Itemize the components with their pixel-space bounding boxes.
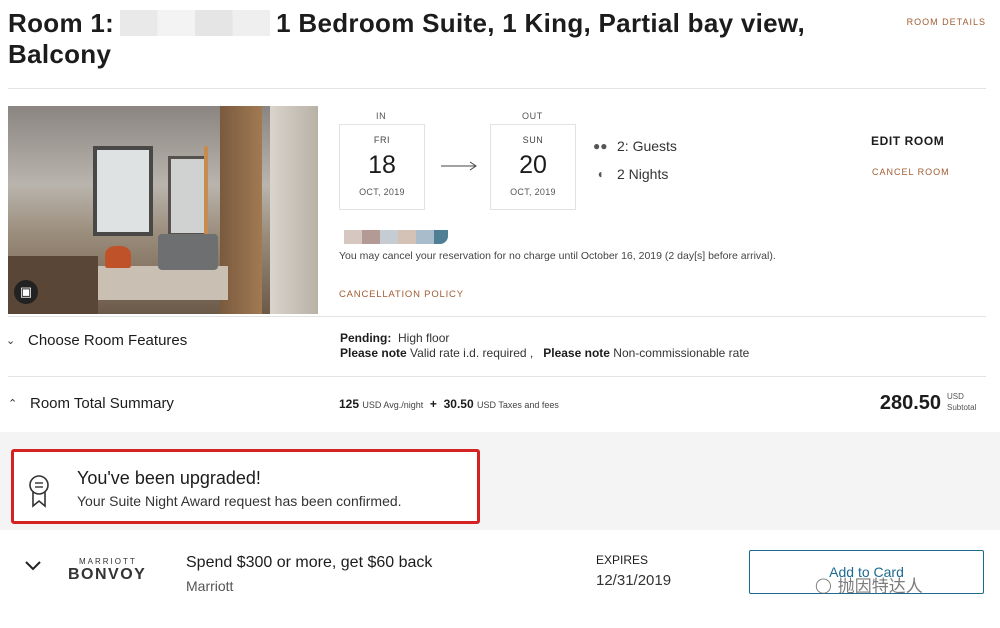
upgrade-subtitle: Your Suite Night Award request has been … [77,493,402,509]
subtotal-unit: USD Subtotal [947,391,976,413]
offer-title: Spend $300 or more, get $60 back [186,554,433,571]
choose-room-features-label: Choose Room Features [28,332,188,349]
checkout-date[interactable]: SUN 20 OCT, 2019 [490,124,576,210]
chevron-down-icon: ⌄ [6,335,16,347]
chat-icon: ◯ [815,576,832,594]
subtotal-label: Subtotal [947,403,977,412]
chevron-up-icon: ⌃ [8,398,18,410]
checkout-month: OCT, 2019 [510,187,556,197]
guests-count: ●● 2: Guests [593,138,677,154]
plus-sign: + [429,397,437,411]
checkout-day: 20 [519,151,547,179]
photo-gallery-icon[interactable]: ▣ [14,280,38,304]
brand-logo: BONVOY [68,566,147,583]
note-label: Please note [340,346,407,360]
nights-count: ◖ 2 Nights [593,166,668,182]
cancellation-text: You may cancel your reservation for no c… [339,250,776,262]
room-details-link[interactable]: ROOM DETAILS [907,17,986,27]
checkout-dow: SUN [522,135,544,145]
offer-merchant: Marriott [186,578,234,594]
pending-label: Pending: [340,331,392,345]
expires-date: 12/31/2019 [596,572,672,589]
room-card: Room 1: 1 Bedroom Suite, 1 King, Partial … [0,0,1000,432]
subtotal-amount: 280.50 [879,392,941,414]
award-ribbon-icon [29,475,49,508]
nights-text: 2 Nights [617,166,669,182]
watermark: ◯ 抛因特达人 [815,572,923,597]
brand-logo-top: MARRIOTT [79,557,137,566]
room-number: Room 1: [8,8,115,38]
taxes-unit: USD Taxes and fees [476,400,559,410]
divider [8,376,986,377]
taxes-amount: 30.50 [443,397,474,411]
cancel-room-link[interactable]: CANCEL ROOM [872,167,950,177]
chevron-down-icon[interactable] [24,560,42,572]
rate-notes: Please note Valid rate i.d. required , P… [340,346,749,360]
room-total-summary-toggle[interactable]: ⌃ Room Total Summary [8,395,174,412]
guests-text: 2: Guests [617,138,677,154]
note-label: Please note [543,346,610,360]
avg-night-price: 125 [339,397,360,411]
checkin-dow: FRI [373,135,391,145]
price-breakdown: 125 USD Avg./night + 30.50 USD Taxes and… [339,397,559,411]
divider [8,316,986,317]
avg-night-unit: USD Avg./night [362,400,424,410]
arrow-right-icon [441,161,477,171]
subtotal-currency: USD [947,392,964,401]
checkin-label: IN [376,111,387,121]
pending-feature: Pending: High floor [340,331,449,345]
pending-value: High floor [398,331,450,345]
note-value: Valid rate i.d. required , [410,346,534,360]
checkin-month: OCT, 2019 [359,187,405,197]
checkin-day: 18 [368,151,396,179]
cancellation-policy-link[interactable]: CANCELLATION POLICY [339,289,464,300]
room-total-summary-label: Room Total Summary [30,395,174,412]
redacted-area [338,230,448,244]
moon-icon: ◖ [596,167,604,181]
note-value: Non-commissionable rate [613,346,750,360]
edit-room-button[interactable]: EDIT ROOM [871,134,944,148]
room-name-line2: Balcony [8,39,112,69]
watermark-text: 抛因特达人 [837,577,923,596]
expires-label: EXPIRES [596,553,649,567]
room-photo[interactable] [8,106,318,314]
checkout-label: OUT [522,111,543,121]
redacted-area [120,10,271,36]
upgrade-notice: You've been upgraded! Your Suite Night A… [11,449,480,524]
choose-room-features-toggle[interactable]: ⌄ Choose Room Features [6,332,187,349]
guests-icon: ●● [593,139,608,153]
room-name: 1 Bedroom Suite, 1 King, Partial bay vie… [276,8,806,38]
upgrade-title: You've been upgraded! [77,468,261,488]
room-title: Room 1: 1 Bedroom Suite, 1 King, Partial … [8,8,805,70]
divider [8,88,986,89]
checkin-date[interactable]: FRI 18 OCT, 2019 [339,124,425,210]
